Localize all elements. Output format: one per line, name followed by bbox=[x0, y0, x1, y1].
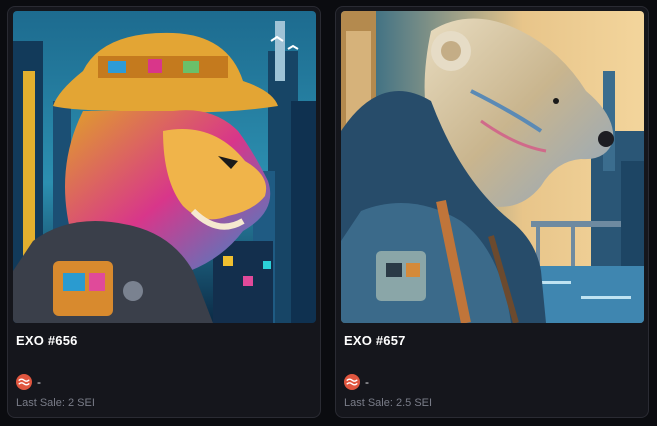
nft-image-lion[interactable] bbox=[13, 11, 316, 323]
price-row: - bbox=[16, 374, 41, 390]
price-value: - bbox=[37, 375, 41, 389]
price-row: - bbox=[344, 374, 369, 390]
price-value: - bbox=[365, 375, 369, 389]
last-sale-text: Last Sale: 2 SEI bbox=[16, 397, 95, 409]
nft-card[interactable]: EXO #657 - Last Sale: 2.5 SEI bbox=[335, 6, 649, 418]
nft-grid: EXO #656 - Last Sale: 2 SEI EXO #657 - L… bbox=[0, 0, 657, 426]
sei-token-icon bbox=[16, 374, 32, 390]
nft-card[interactable]: EXO #656 - Last Sale: 2 SEI bbox=[7, 6, 321, 418]
nft-image-bear[interactable] bbox=[341, 11, 644, 323]
last-sale-text: Last Sale: 2.5 SEI bbox=[344, 397, 433, 409]
nft-name: EXO #656 bbox=[16, 333, 78, 348]
nft-name: EXO #657 bbox=[344, 333, 406, 348]
sei-token-icon bbox=[344, 374, 360, 390]
